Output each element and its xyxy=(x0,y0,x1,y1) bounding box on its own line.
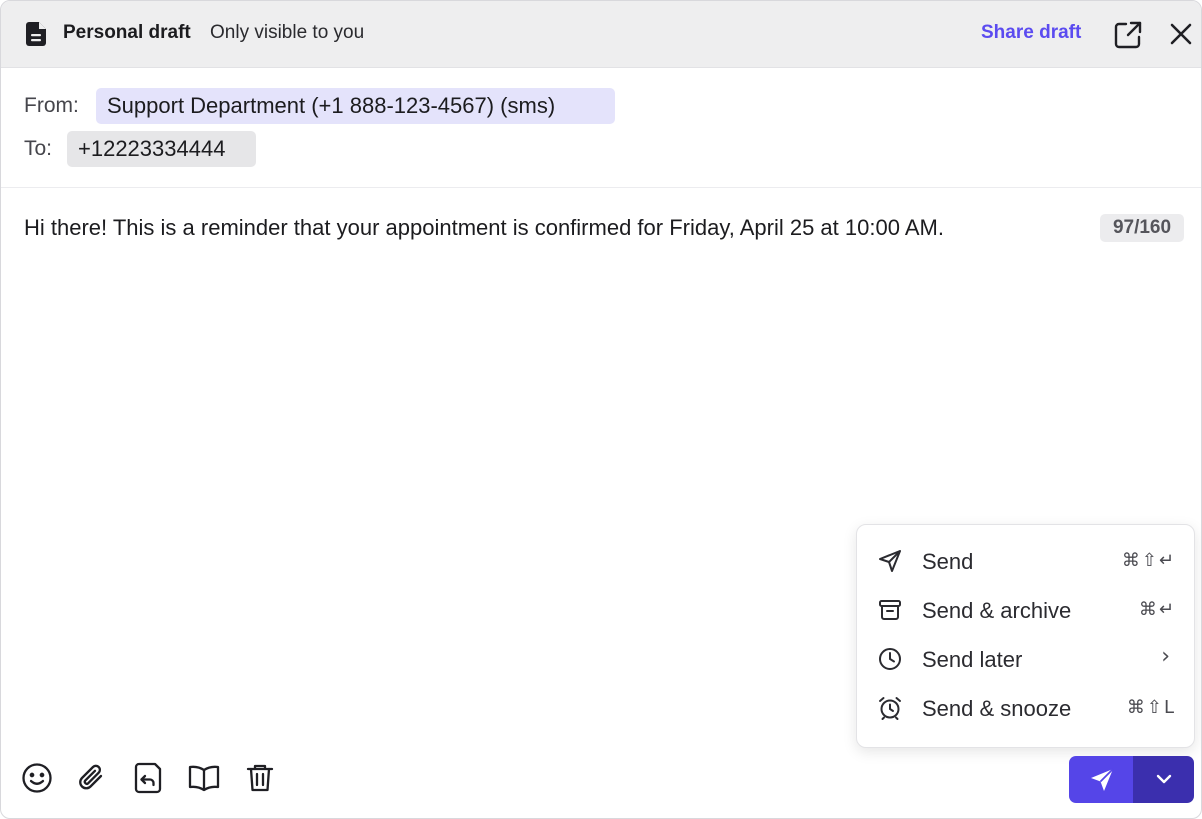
menu-label: Send & snooze xyxy=(922,696,1072,721)
from-chip[interactable]: Support Department (+1 888-123-4567) (sm… xyxy=(96,88,615,124)
to-label: To: xyxy=(24,137,53,160)
send-icon xyxy=(1089,767,1115,793)
trash-icon[interactable] xyxy=(243,761,277,795)
send-button[interactable] xyxy=(1069,756,1133,803)
close-icon[interactable] xyxy=(1168,21,1194,47)
shortcut-hint: ⌘⇧↵ xyxy=(1121,550,1176,571)
shortcut-hint: ⌘⇧L xyxy=(1126,697,1176,718)
menu-item-send[interactable]: Send ⌘⇧↵ xyxy=(857,537,1194,586)
send-options-menu: Send ⌘⇧↵ Send & archive ⌘↵ Send later › … xyxy=(856,524,1195,748)
alarm-icon xyxy=(877,695,903,721)
from-label: From: xyxy=(24,94,79,117)
send-button-group xyxy=(1069,756,1194,803)
archive-icon xyxy=(877,597,903,623)
send-options-toggle[interactable] xyxy=(1133,756,1194,803)
clock-icon xyxy=(877,646,903,672)
shortcut-hint: ⌘↵ xyxy=(1138,599,1176,620)
message-body[interactable]: Hi there! This is a reminder that your a… xyxy=(24,215,944,241)
document-icon xyxy=(25,21,49,47)
attachment-icon[interactable] xyxy=(76,761,110,795)
chevron-right-icon: › xyxy=(1161,644,1172,669)
menu-label: Send xyxy=(922,549,974,574)
char-count-badge: 97/160 xyxy=(1100,214,1184,242)
popout-icon[interactable] xyxy=(1113,20,1143,50)
share-draft-link[interactable]: Share draft xyxy=(981,22,1081,44)
knowledge-book-icon[interactable] xyxy=(187,761,221,795)
composer-window: Personal draft Only visible to you Share… xyxy=(0,0,1202,819)
draft-visibility: Only visible to you xyxy=(210,22,365,43)
chevron-down-icon xyxy=(1155,772,1173,786)
menu-item-send-later[interactable]: Send later › xyxy=(857,635,1194,684)
to-chip[interactable]: +12223334444 xyxy=(67,131,256,167)
reply-template-icon[interactable] xyxy=(131,761,165,795)
draft-header: Personal draft Only visible to you Share… xyxy=(1,1,1201,68)
header-divider xyxy=(1,187,1201,188)
menu-label: Send later xyxy=(922,647,1023,672)
menu-label: Send & archive xyxy=(922,598,1072,623)
menu-item-send-snooze[interactable]: Send & snooze ⌘⇧L xyxy=(857,684,1194,733)
send-icon xyxy=(877,548,903,574)
draft-title: Personal draft xyxy=(63,22,191,43)
emoji-icon[interactable] xyxy=(20,761,54,795)
menu-item-send-archive[interactable]: Send & archive ⌘↵ xyxy=(857,586,1194,635)
